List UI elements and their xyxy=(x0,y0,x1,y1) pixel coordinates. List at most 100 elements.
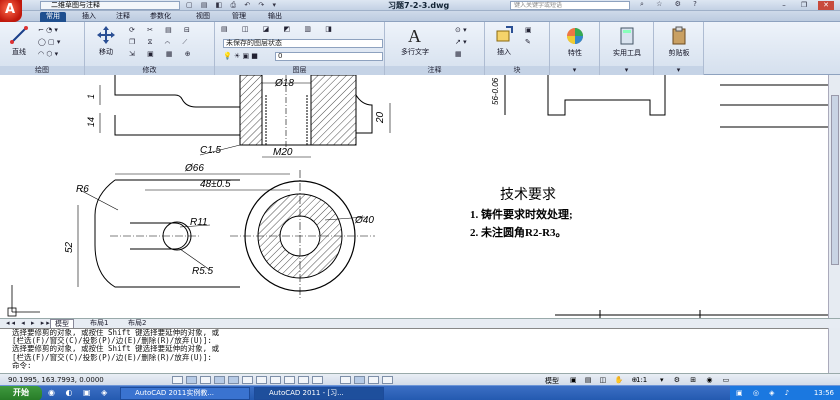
text-a-icon: A xyxy=(408,26,421,45)
line-button[interactable]: 直线 xyxy=(4,25,34,57)
dim-c1-5: C1.5 xyxy=(200,145,222,156)
polar-toggle[interactable] xyxy=(214,376,225,384)
draw-panel-label[interactable]: 绘图 xyxy=(0,66,84,75)
insert-block-icon xyxy=(496,26,513,42)
layer-state-dropdown[interactable]: 未保存的图层状态 xyxy=(223,39,383,48)
ucs-icon xyxy=(7,285,40,317)
tool-icon[interactable] xyxy=(340,376,351,384)
stretch-scale-icons[interactable]: ⇲ ▣ ▦ ⊕ xyxy=(129,50,196,58)
notes-line-1: 1. 铸件要求时效处理; xyxy=(470,207,573,221)
block-panel: 插入 ▣ ✎ 块 xyxy=(485,22,550,75)
copy-mirror-icons[interactable]: ❐ ⧖ ⌒ ⟋ xyxy=(129,38,192,47)
utilities-button[interactable]: 实用工具 xyxy=(604,26,650,58)
sc-toggle[interactable] xyxy=(312,376,323,384)
layers-panel-label[interactable]: 图层 xyxy=(215,66,384,75)
line-icon xyxy=(10,26,28,44)
quick-launch-icons[interactable]: ◉ ◐ ▣ ◈ xyxy=(48,388,111,397)
application-menu-button[interactable]: A xyxy=(0,0,22,22)
coordinate-readout: 90.1995, 163.7993, 0.0000 xyxy=(8,376,104,384)
taskbar-item-active[interactable]: AutoCAD 2011 - [习... xyxy=(254,387,384,400)
workspace-icons[interactable]: ▾ ⚙ ⊞ ◉ ▭ xyxy=(660,376,733,384)
properties-dropdown[interactable]: ▾ xyxy=(550,66,599,75)
tab-manage[interactable]: 管理 xyxy=(226,12,252,22)
taskbar-item[interactable]: AutoCAD 2011实例教... xyxy=(120,387,250,400)
tab-annotate[interactable]: 注释 xyxy=(110,12,136,22)
tab-parametric[interactable]: 参数化 xyxy=(144,12,177,22)
modify-panel-label[interactable]: 修改 xyxy=(85,66,214,75)
tab-output[interactable]: 输出 xyxy=(262,12,288,22)
lineweight-toggle[interactable] xyxy=(284,376,295,384)
dim-r5-5: R5.5 xyxy=(192,266,214,277)
dim-48: 48±0.5 xyxy=(200,179,231,190)
ribbon-tab-bar: 常用 插入 注释 参数化 视图 管理 输出 xyxy=(0,11,840,22)
annotation-panel-label[interactable]: 注释 xyxy=(385,66,484,75)
command-window[interactable]: 选择要修剪的对象, 或按住 Shift 键选择要延伸的对象, 或 [栏选(F)/… xyxy=(0,328,828,373)
osnap-toggle[interactable] xyxy=(228,376,239,384)
otrack-toggle[interactable] xyxy=(242,376,253,384)
vertical-scrollbar[interactable] xyxy=(828,75,840,318)
create-block-icon[interactable]: ▣ xyxy=(525,26,532,34)
svg-text:A: A xyxy=(408,26,421,45)
dim-20: 20 xyxy=(375,111,386,124)
start-button[interactable]: 开始 xyxy=(0,386,42,400)
layer-tools-icons[interactable]: ▤ ◫ ◪ ◩ ▥ ◨ xyxy=(221,25,338,33)
help-search-input[interactable]: 键入关键字或短语 xyxy=(510,1,630,10)
snap-toggle[interactable] xyxy=(172,376,183,384)
maximize-button[interactable]: ❐ xyxy=(796,1,812,10)
block-panel-label[interactable]: 块 xyxy=(485,66,549,75)
viewport-icons[interactable]: ▣ ▤ ◫ ✋ ⊕ xyxy=(570,376,640,384)
draw-panel: 直线 ⌐ ◔ ▾ ◯ ▢ ▾ ◠ ⬡ ▾ 绘图 xyxy=(0,22,85,75)
utilities-dropdown[interactable]: ▾ xyxy=(600,66,653,75)
dim-diameter-18: Ø18 xyxy=(274,78,294,89)
command-scrollbar[interactable] xyxy=(828,328,840,373)
leader-icon[interactable]: ↗ ▾ xyxy=(455,38,467,46)
rotate-trim-icons[interactable]: ⟳ ✂ ▤ ⊟ xyxy=(129,26,195,34)
minimize-button[interactable]: – xyxy=(776,1,792,10)
command-prompt[interactable]: 命令: xyxy=(12,361,828,370)
arc-icon[interactable]: ◠ ⬡ ▾ xyxy=(38,50,58,58)
close-button[interactable]: ✕ xyxy=(818,1,834,10)
mtext-button[interactable]: A 多行文字 xyxy=(395,25,435,57)
drawing-canvas[interactable]: Ø18 M20 C1.5 20 14 1 Ø66 48±0.5 R6 R11 R… xyxy=(0,75,828,318)
move-button[interactable]: 移动 xyxy=(91,25,121,57)
tool-icon[interactable] xyxy=(354,376,365,384)
dimension-icon[interactable]: ⊙ ▾ xyxy=(455,26,467,34)
circle-icon[interactable]: ◯ ▢ ▾ xyxy=(38,38,60,46)
lightbulb-icon[interactable]: 💡 ☀ ▣ ■ xyxy=(223,52,258,60)
tool-icon[interactable] xyxy=(382,376,393,384)
grid-toggle[interactable] xyxy=(186,376,197,384)
tab-home[interactable]: 常用 xyxy=(40,12,66,22)
qp-toggle[interactable] xyxy=(298,376,309,384)
modify-panel: 移动 ⟳ ✂ ▤ ⊟ ❐ ⧖ ⌒ ⟋ ⇲ ▣ ▦ ⊕ 修改 xyxy=(85,22,215,75)
clipboard-button[interactable]: 剪贴板 xyxy=(658,26,700,58)
table-icon[interactable]: ▦ xyxy=(455,50,462,58)
dim-diameter-40: Ø40 xyxy=(354,215,374,226)
tab-insert[interactable]: 插入 xyxy=(76,12,102,22)
title-bar: A 二维草图与注释 ▢ ▤ ◧ ⎙ ↶ ↷ ▾ 习题7-2-3.dwg 键入关键… xyxy=(0,0,840,22)
properties-panel: 特性 ▾ xyxy=(550,22,600,75)
properties-button[interactable]: 特性 xyxy=(556,26,594,58)
current-layer-dropdown[interactable]: 0 xyxy=(275,52,383,61)
tool-icon[interactable] xyxy=(368,376,379,384)
workspace-switcher[interactable]: 二维草图与注释 xyxy=(40,1,180,10)
scrollbar-thumb[interactable] xyxy=(831,95,839,265)
insert-block-button[interactable]: 插入 xyxy=(489,25,519,57)
infocenter-icons[interactable]: ⌕ ☆ ⚙ ? xyxy=(640,0,702,9)
calculator-icon xyxy=(620,27,634,45)
annotation-scale[interactable]: 1:1 xyxy=(636,376,647,384)
clipboard-dropdown[interactable]: ▾ xyxy=(654,66,703,75)
tray-icons[interactable]: ▣ ◎ ◈ ♪ xyxy=(736,386,793,400)
plan-view xyxy=(94,170,375,300)
system-tray: ▣ ◎ ◈ ♪ 13:56 xyxy=(730,386,840,400)
polyline-icon[interactable]: ⌐ ◔ ▾ xyxy=(38,26,58,34)
ortho-toggle[interactable] xyxy=(200,376,211,384)
dim-52: 52 xyxy=(64,241,75,253)
ducs-toggle[interactable] xyxy=(256,376,267,384)
quick-access-toolbar[interactable]: ▢ ▤ ◧ ⎙ ↶ ↷ ▾ xyxy=(186,1,279,10)
tab-view[interactable]: 视图 xyxy=(190,12,216,22)
notes-line-2: 2. 未注圆角R2-R3。 xyxy=(470,225,567,239)
dim-1: 1 xyxy=(86,94,96,99)
taskbar: 开始 ◉ ◐ ▣ ◈ AutoCAD 2011实例教... AutoCAD 20… xyxy=(0,385,840,400)
dyn-toggle[interactable] xyxy=(270,376,281,384)
edit-block-icon[interactable]: ✎ xyxy=(525,38,531,46)
